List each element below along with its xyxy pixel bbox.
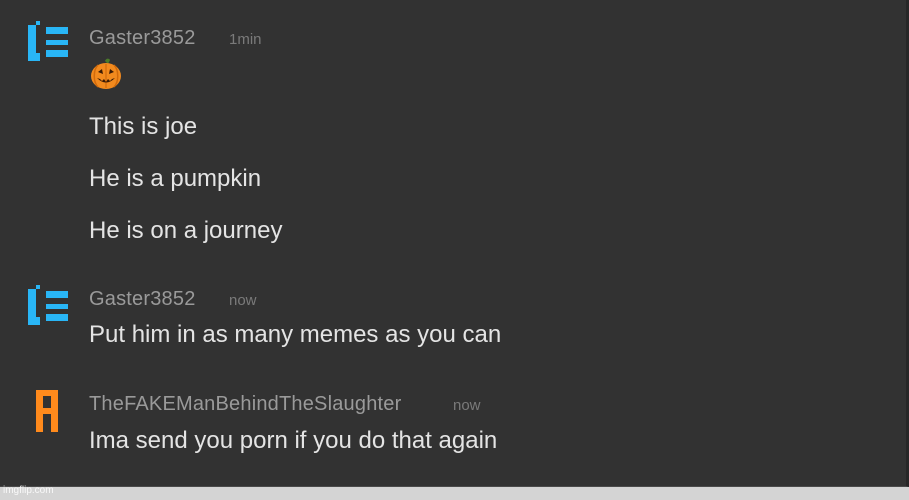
message-author[interactable]: Gaster3852 bbox=[89, 27, 196, 50]
message-text: He is on a journey bbox=[89, 217, 283, 244]
watermark-text: imgflip.com bbox=[3, 485, 54, 496]
message-timestamp: now bbox=[453, 397, 481, 414]
chat-panel: Gaster3852 1min This is joe He is a pump… bbox=[0, 0, 909, 487]
cyan-bracket-icon bbox=[28, 285, 68, 325]
orange-letter-a-icon bbox=[36, 390, 58, 432]
avatar[interactable] bbox=[26, 19, 70, 63]
message-author[interactable]: Gaster3852 bbox=[89, 288, 196, 311]
avatar[interactable] bbox=[32, 388, 76, 432]
message-text: He is a pumpkin bbox=[89, 165, 262, 192]
message-text: Ima send you porn if you do that again bbox=[89, 427, 498, 454]
message-timestamp: 1min bbox=[229, 31, 262, 48]
message-timestamp: now bbox=[229, 292, 257, 309]
message-author[interactable]: TheFAKEManBehindTheSlaughter bbox=[89, 393, 401, 416]
cyan-bracket-icon bbox=[28, 21, 68, 61]
avatar[interactable] bbox=[26, 283, 70, 327]
message-text: This is joe bbox=[89, 113, 198, 140]
jack-o-lantern-icon bbox=[91, 58, 121, 89]
message-text: Put him in as many memes as you can bbox=[89, 321, 502, 348]
